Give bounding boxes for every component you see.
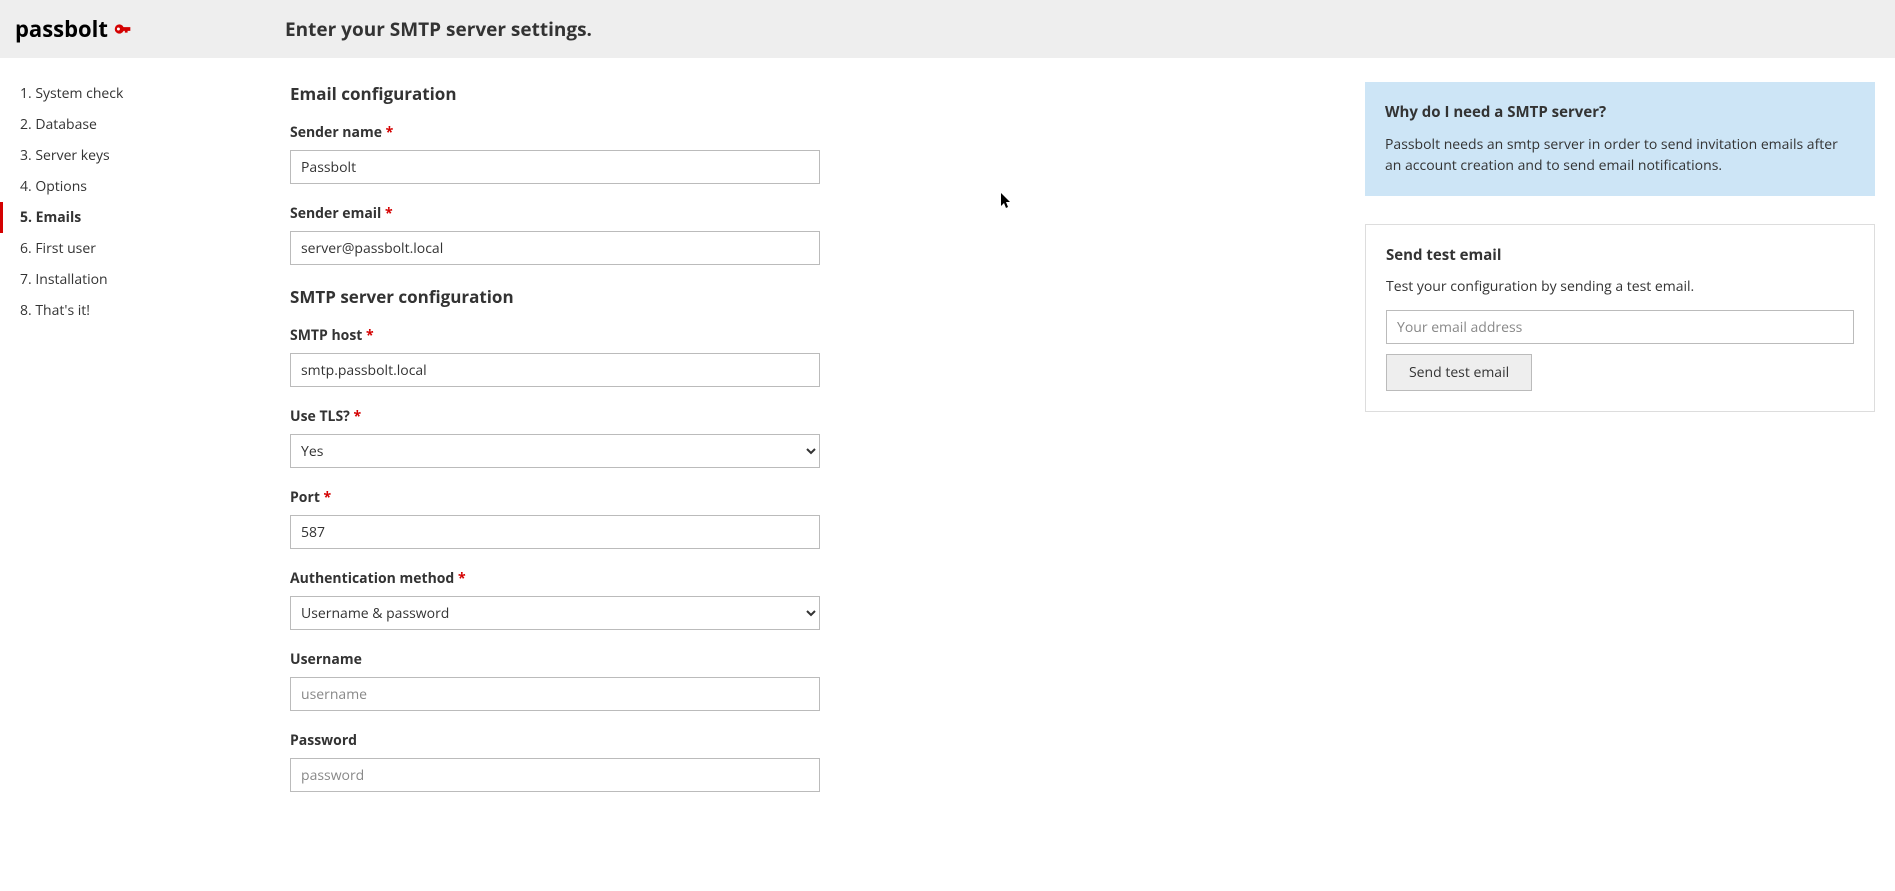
password-label: Password bbox=[290, 731, 1030, 750]
sender-email-label: Sender email * bbox=[290, 204, 1030, 223]
auth-method-select[interactable]: Username & password bbox=[290, 596, 820, 630]
smtp-host-label: SMTP host * bbox=[290, 326, 1030, 345]
sender-name-input[interactable] bbox=[290, 150, 820, 184]
tls-label: Use TLS? * bbox=[290, 407, 1030, 426]
password-input[interactable] bbox=[290, 758, 820, 792]
page-title: Enter your SMTP server settings. bbox=[285, 16, 592, 42]
auth-method-label: Authentication method * bbox=[290, 569, 1030, 588]
step-options[interactable]: 4. Options bbox=[0, 171, 270, 202]
logo: passbolt bbox=[15, 14, 285, 44]
section-smtp-heading: SMTP server configuration bbox=[290, 285, 1030, 308]
step-server-keys[interactable]: 3. Server keys bbox=[0, 140, 270, 171]
test-title: Send test email bbox=[1386, 245, 1854, 265]
section-email-heading: Email configuration bbox=[290, 82, 1030, 105]
send-test-email-button[interactable]: Send test email bbox=[1386, 354, 1532, 391]
sender-name-label: Sender name * bbox=[290, 123, 1030, 142]
logo-text: passbolt bbox=[15, 14, 108, 44]
step-system-check[interactable]: 1. System check bbox=[0, 78, 270, 109]
step-database[interactable]: 2. Database bbox=[0, 109, 270, 140]
smtp-host-input[interactable] bbox=[290, 353, 820, 387]
info-title: Why do I need a SMTP server? bbox=[1385, 102, 1855, 122]
username-label: Username bbox=[290, 650, 1030, 669]
port-input[interactable] bbox=[290, 515, 820, 549]
port-label: Port * bbox=[290, 488, 1030, 507]
step-emails[interactable]: 5. Emails bbox=[0, 202, 270, 233]
tls-select[interactable]: Yes bbox=[290, 434, 820, 468]
username-input[interactable] bbox=[290, 677, 820, 711]
info-box: Why do I need a SMTP server? Passbolt ne… bbox=[1365, 82, 1875, 196]
test-email-box: Send test email Test your configuration … bbox=[1365, 224, 1875, 412]
sender-email-input[interactable] bbox=[290, 231, 820, 265]
header-bar: passbolt Enter your SMTP server settings… bbox=[0, 0, 1895, 58]
step-first-user[interactable]: 6. First user bbox=[0, 233, 270, 264]
info-body: Passbolt needs an smtp server in order t… bbox=[1385, 134, 1855, 176]
logo-icon bbox=[112, 18, 134, 40]
test-email-input[interactable] bbox=[1386, 310, 1854, 344]
test-body: Test your configuration by sending a tes… bbox=[1386, 277, 1854, 296]
step-thats-it[interactable]: 8. That's it! bbox=[0, 295, 270, 326]
step-installation[interactable]: 7. Installation bbox=[0, 264, 270, 295]
sidebar: 1. System check 2. Database 3. Server ke… bbox=[0, 58, 270, 852]
